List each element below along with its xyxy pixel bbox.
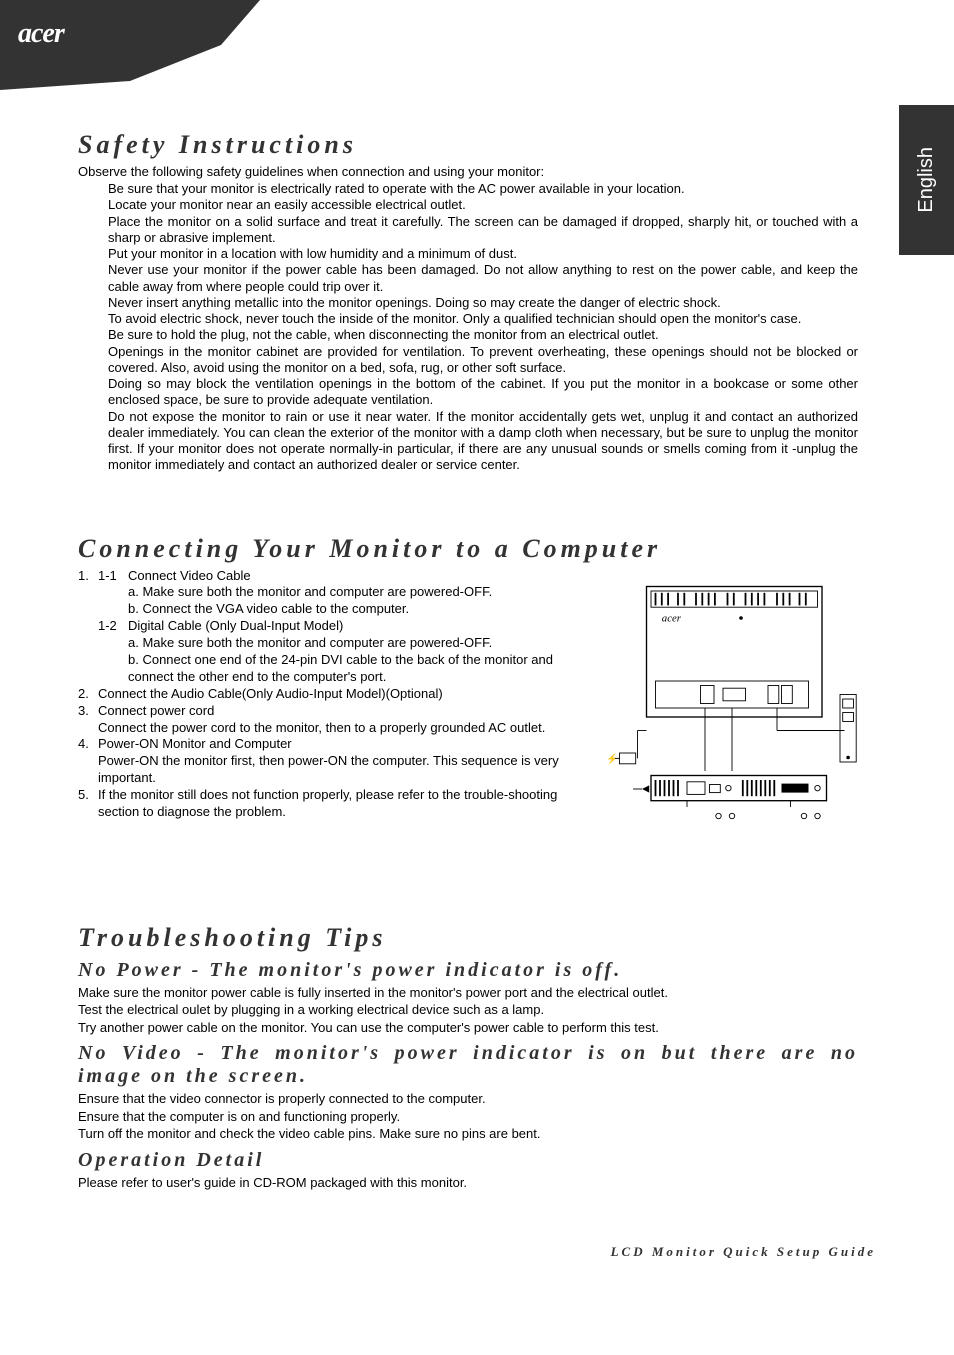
trouble-line: Make sure the monitor power cable is ful…	[78, 984, 858, 1002]
step-title: Connect power cord	[98, 703, 578, 720]
safety-bullet: Do not expose the monitor to rain or use…	[108, 409, 858, 474]
step-num: 2.	[78, 686, 98, 703]
trouble-line: Test the electrical oulet by plugging in…	[78, 1001, 858, 1019]
step-title: Connect Video Cable	[128, 568, 578, 585]
heading-safety: Safety Instructions	[78, 130, 858, 160]
section-connecting: Connecting Your Monitor to a Computer 1.…	[78, 534, 858, 848]
trouble-line: Ensure that the video connector is prope…	[78, 1090, 858, 1108]
brand-logo: acer	[18, 18, 64, 50]
safety-bullet: Doing so may block the ventilation openi…	[108, 376, 858, 409]
trouble-line: Please refer to user's guide in CD-ROM p…	[78, 1174, 858, 1192]
safety-bullet: Openings in the monitor cabinet are prov…	[108, 344, 858, 377]
section-troubleshooting: Troubleshooting Tips No Power - The moni…	[78, 923, 858, 1192]
page-content: Safety Instructions Observe the followin…	[78, 130, 858, 1191]
trouble-line: Turn off the monitor and check the video…	[78, 1125, 858, 1143]
heading-troubleshooting: Troubleshooting Tips	[78, 923, 858, 953]
step-num: 5.	[78, 787, 98, 821]
subheading-no-power: No Power - The monitor's power indicator…	[78, 959, 858, 982]
diagram-brand-text: acer	[662, 612, 682, 624]
language-tab: English	[899, 105, 954, 255]
step-num: 1.	[78, 568, 98, 585]
safety-bullets: Be sure that your monitor is electricall…	[108, 181, 858, 474]
safety-bullet: Be sure that your monitor is electricall…	[108, 181, 858, 197]
safety-bullet: To avoid electric shock, never touch the…	[108, 311, 858, 327]
step-num: 4.	[78, 736, 98, 753]
connecting-steps: 1. 1-1 Connect Video Cable a. Make sure …	[78, 568, 578, 848]
step-line: If the monitor still does not function p…	[98, 787, 578, 821]
step-line: Connect the Audio Cable(Only Audio-Input…	[98, 686, 578, 703]
safety-bullet: Be sure to hold the plug, not the cable,…	[108, 327, 858, 343]
heading-connecting: Connecting Your Monitor to a Computer	[78, 534, 858, 564]
subheading-operation: Operation Detail	[78, 1149, 858, 1172]
safety-bullet: Put your monitor in a location with low …	[108, 246, 858, 262]
step-line: a. Make sure both the monitor and comput…	[128, 635, 578, 652]
step-num: 1-1	[98, 568, 128, 585]
step-title: Power-ON Monitor and Computer	[98, 736, 578, 753]
subheading-no-video: No Video - The monitor's power indicator…	[78, 1042, 858, 1088]
step-line: a. Make sure both the monitor and comput…	[128, 584, 578, 601]
step-line: Connect the power cord to the monitor, t…	[98, 720, 578, 737]
step-line: Power-ON the monitor first, then power-O…	[98, 753, 578, 787]
connection-diagram: acer ⚡	[588, 568, 858, 848]
page-footer: LCD Monitor Quick Setup Guide	[611, 1244, 876, 1260]
step-line: b. Connect the VGA video cable to the co…	[128, 601, 578, 618]
svg-text:⚡: ⚡	[606, 753, 618, 765]
step-num: 3.	[78, 703, 98, 720]
safety-bullet: Never use your monitor if the power cabl…	[108, 262, 858, 295]
safety-intro: Observe the following safety guidelines …	[78, 164, 858, 179]
safety-bullet: Never insert anything metallic into the …	[108, 295, 858, 311]
step-line: b. Connect one end of the 24-pin DVI cab…	[128, 652, 578, 686]
trouble-line: Try another power cable on the monitor. …	[78, 1019, 858, 1037]
step-num: 1-2	[98, 618, 128, 635]
safety-bullet: Locate your monitor near an easily acces…	[108, 197, 858, 213]
trouble-line: Ensure that the computer is on and funct…	[78, 1108, 858, 1126]
step-title: Digital Cable (Only Dual-Input Model)	[128, 618, 578, 635]
safety-bullet: Place the monitor on a solid surface and…	[108, 214, 858, 247]
language-label: English	[915, 147, 938, 213]
